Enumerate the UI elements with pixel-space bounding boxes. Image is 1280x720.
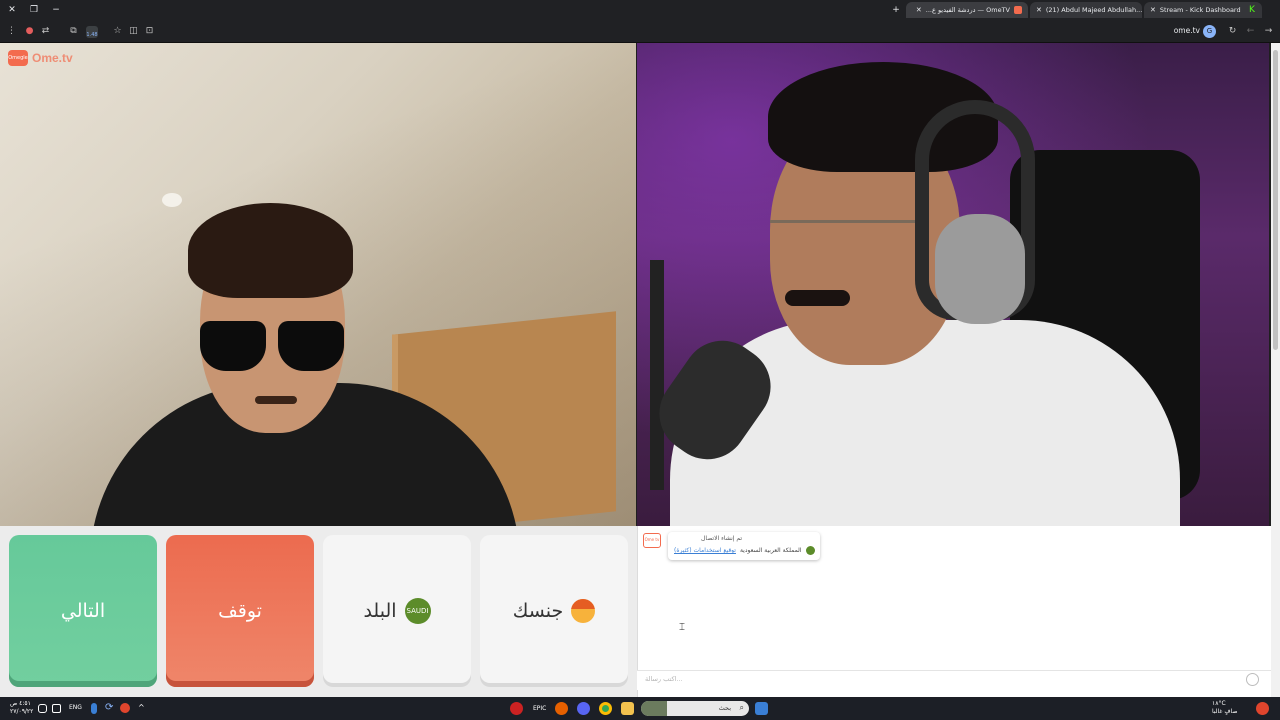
bookmark-star-icon[interactable]: ☆ xyxy=(112,26,123,37)
ometv-logo[interactable]: Omegle Ome.tv xyxy=(8,50,73,66)
weather-widget[interactable]: ١٨°C صافٍ غالبا xyxy=(1212,700,1237,716)
sunglasses xyxy=(200,321,345,371)
close-window-icon[interactable]: ✕ xyxy=(6,4,18,16)
weather-text: صافٍ غالبا xyxy=(1212,708,1238,715)
browser-tab-bar: ✕ ❐ − + OmeTV — دردشة الفيديو ع... ✕ ✕ (… xyxy=(0,0,1280,20)
forward-icon[interactable]: ← xyxy=(1245,26,1256,37)
weather-sun-icon xyxy=(1256,702,1269,715)
tv-logo-icon: Omegle xyxy=(8,50,28,66)
clock[interactable]: ٤:٥١ ص ٢٧/٠٩/٢٢ xyxy=(10,700,33,716)
windows-taskbar: ٤:٥١ ص ٢٧/٠٩/٢٢ ENG ⟳ ^ EPIC بحث ⌕ ١٨°C … xyxy=(0,697,1280,720)
connection-status-text: تم إنشاء الاتصال xyxy=(701,535,742,542)
scrollbar-thumb[interactable] xyxy=(1273,50,1278,350)
mustache xyxy=(785,290,850,306)
weather-temp: ١٨°C xyxy=(1212,700,1226,707)
browser-toolbar: ⋮ ● ⇄ ⧉ 1.48 ☆ ◫ ⊡ ome.tv G ↻ ← → xyxy=(0,20,1280,43)
kick-favicon-icon: K xyxy=(1249,5,1255,15)
search-highlight-image xyxy=(641,701,667,716)
profile-icon[interactable]: ● xyxy=(24,26,35,37)
minimize-window-icon[interactable]: − xyxy=(50,4,62,16)
file-explorer-icon[interactable] xyxy=(621,702,634,715)
chrome-icon[interactable] xyxy=(599,702,612,715)
ometv-chat-icon: Ome tv xyxy=(643,533,661,548)
saudi-flag-icon xyxy=(805,546,815,555)
gender-filter-button[interactable]: جنسك xyxy=(480,535,628,687)
headphones xyxy=(915,100,1035,324)
start-windows-icon[interactable] xyxy=(755,702,768,715)
chevron-up-icon[interactable]: ^ xyxy=(138,703,151,716)
mustache xyxy=(255,396,297,404)
system-message: تم إنشاء الاتصال المملكة العربية السعودي… xyxy=(668,532,820,560)
hair xyxy=(188,203,353,298)
cast-icon[interactable]: ⊡ xyxy=(144,26,155,37)
back-icon[interactable]: → xyxy=(1263,26,1274,37)
close-tab-icon[interactable]: ✕ xyxy=(916,6,922,14)
stop-button[interactable]: توقف xyxy=(166,535,314,687)
stop-label: توقف xyxy=(218,600,262,622)
country-filter-button[interactable]: البلد SAUDI xyxy=(323,535,471,687)
search-icon: ⌕ xyxy=(739,703,744,712)
tab-kick[interactable]: ✕ Stream - Kick Dashboard xyxy=(1144,2,1262,18)
obs-icon[interactable] xyxy=(510,702,523,715)
tab-label: Stream - Kick Dashboard xyxy=(1159,6,1241,14)
mouse-cursor-icon: ⌶ xyxy=(679,622,685,633)
gender-label: جنسك xyxy=(512,600,564,622)
ceiling-light xyxy=(162,193,182,207)
control-panel: التالي توقف البلد SAUDI جنسك xyxy=(0,526,637,697)
report-link[interactable]: توقيع استخدامات (كثيرة) xyxy=(674,547,736,554)
next-button[interactable]: التالي xyxy=(9,535,157,687)
display-icon[interactable] xyxy=(52,704,61,713)
epic-games-icon[interactable]: EPIC xyxy=(533,702,546,715)
emoji-icon[interactable] xyxy=(1246,673,1259,686)
time-text: ٤:٥١ ص xyxy=(10,700,31,707)
search-label: بحث xyxy=(718,704,731,712)
restore-window-icon[interactable]: ❐ xyxy=(28,4,40,16)
tab-youtube[interactable]: ✕ (21) Abdul Majeed Abdullah... xyxy=(1030,2,1142,18)
recording-icon[interactable] xyxy=(120,703,130,713)
chat-placeholder: اكتب رسالة... xyxy=(645,675,683,683)
boy-avatar-icon xyxy=(571,599,596,623)
screenshot-icon[interactable]: ◫ xyxy=(128,26,139,37)
mic-arm xyxy=(650,260,664,490)
extension-icon[interactable]: ⇄ xyxy=(40,26,51,37)
country-label: البلد xyxy=(363,600,397,622)
extension-badge[interactable]: 1.48 xyxy=(86,26,98,38)
site-info-icon[interactable]: G xyxy=(1203,25,1216,38)
tab-label: (21) Abdul Majeed Abdullah... xyxy=(1045,6,1142,14)
country-name: المملكة العربية السعودية xyxy=(739,547,802,554)
microphone-icon[interactable] xyxy=(91,703,97,714)
firefox-icon[interactable] xyxy=(555,702,568,715)
ometv-favicon-icon xyxy=(1014,6,1022,14)
taskbar-search[interactable]: بحث ⌕ xyxy=(641,701,749,716)
stranger-video xyxy=(0,43,636,526)
chat-input[interactable]: اكتب رسالة... xyxy=(637,670,1271,690)
country-info: المملكة العربية السعودية توقيع استخدامات… xyxy=(674,546,815,555)
date-text: ٢٧/٠٩/٢٢ xyxy=(10,708,34,715)
discord-icon[interactable] xyxy=(577,702,590,715)
address-bar[interactable]: ome.tv xyxy=(1174,26,1200,35)
glasses xyxy=(770,220,920,265)
new-tab-icon[interactable]: + xyxy=(890,4,902,16)
saudi-flag-icon: SAUDI xyxy=(404,598,431,624)
next-label: التالي xyxy=(60,600,106,622)
tab-ometv[interactable]: OmeTV — دردشة الفيديو ع... ✕ xyxy=(906,2,1028,18)
close-tab-icon[interactable]: ✕ xyxy=(1150,6,1156,14)
reload-icon[interactable]: ↻ xyxy=(1227,26,1238,37)
logo-text: Ome.tv xyxy=(32,51,73,65)
notification-icon[interactable] xyxy=(38,704,47,713)
sync-icon[interactable]: ⟳ xyxy=(105,702,118,715)
tab-label: OmeTV — دردشة الفيديو ع... xyxy=(925,6,1010,14)
menu-dots-icon[interactable]: ⋮ xyxy=(6,26,17,37)
puzzle-icon[interactable]: ⧉ xyxy=(68,26,79,37)
language-indicator[interactable]: ENG xyxy=(69,704,82,712)
close-tab-icon[interactable]: ✕ xyxy=(1036,6,1042,14)
